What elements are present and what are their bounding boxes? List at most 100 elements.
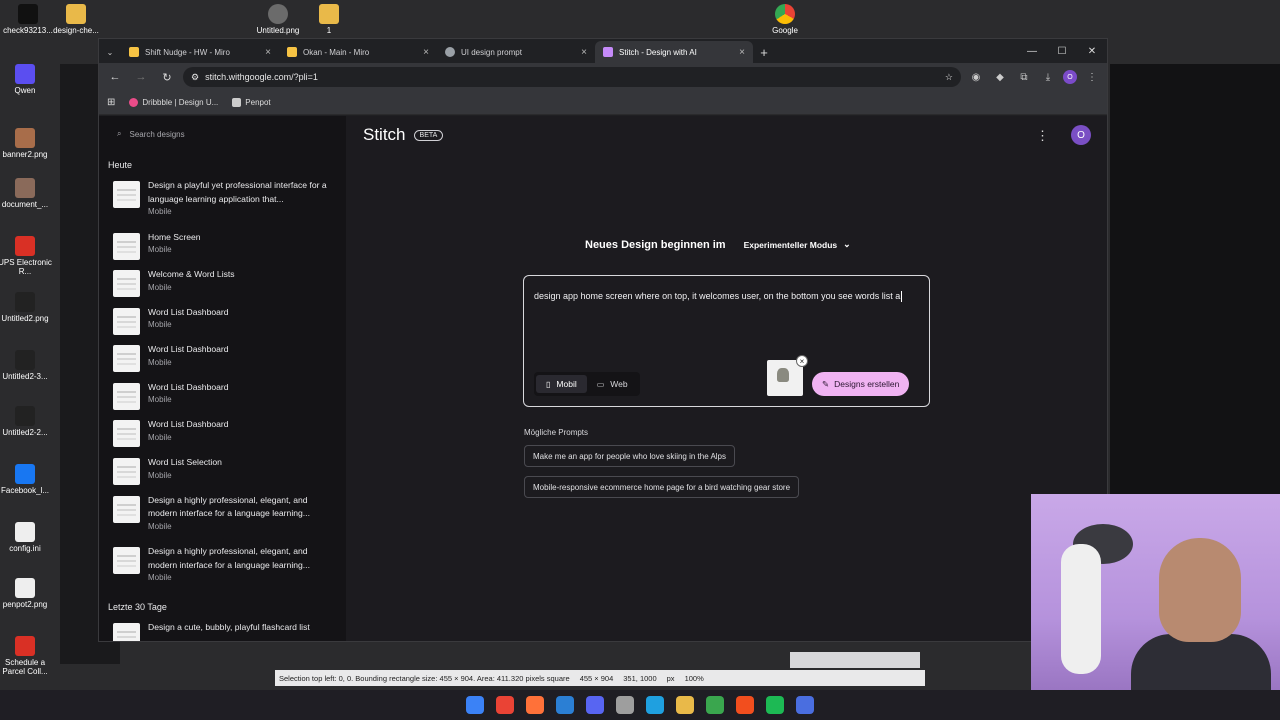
prompt-textarea[interactable]: design app home screen where on top, it … bbox=[534, 288, 924, 304]
desktop-icon-penpot[interactable]: penpot2.png bbox=[0, 578, 53, 610]
file-icon bbox=[18, 4, 38, 24]
desktop-icon-config[interactable]: config.ini bbox=[0, 522, 53, 554]
spotify-icon[interactable] bbox=[766, 696, 784, 714]
forward-icon[interactable]: → bbox=[131, 67, 151, 87]
edge-icon[interactable] bbox=[646, 696, 664, 714]
desktop-icon-untitled[interactable]: Untitled.png bbox=[250, 4, 306, 36]
start-icon[interactable] bbox=[466, 696, 484, 714]
file-icon bbox=[15, 522, 35, 542]
desktop-icon-google[interactable]: Google bbox=[757, 4, 813, 36]
magic-wand-icon: ✎ bbox=[822, 378, 830, 389]
pdf-icon bbox=[15, 236, 35, 256]
browser-profile-avatar[interactable]: O bbox=[1063, 70, 1077, 84]
chrome-icon[interactable] bbox=[496, 696, 514, 714]
history-item-title: Word List Dashboard bbox=[148, 306, 229, 317]
history-item[interactable]: Design a playful yet professional interf… bbox=[99, 176, 346, 228]
obs-icon[interactable] bbox=[616, 696, 634, 714]
extensions-puzzle-icon[interactable]: ⧉ bbox=[1015, 68, 1033, 86]
close-tab-icon[interactable]: × bbox=[265, 47, 271, 58]
desktop-icon-document[interactable]: document_... bbox=[0, 178, 53, 210]
close-window-icon[interactable]: ✕ bbox=[1077, 39, 1107, 63]
history-item[interactable]: Welcome & Word Lists Mobile bbox=[99, 265, 346, 303]
site-info-icon[interactable]: ⚙ bbox=[191, 72, 199, 83]
history-item[interactable]: Design a highly professional, elegant, a… bbox=[99, 542, 346, 594]
history-item[interactable]: Home Screen Mobile bbox=[99, 228, 346, 266]
tab-search-icon[interactable]: ⌄ bbox=[99, 41, 121, 63]
bookmarks-bar: ⊞ Dribbble | Design U... Penpot bbox=[99, 91, 1107, 115]
section-today: Heute bbox=[108, 160, 133, 170]
design-thumbnail bbox=[113, 307, 140, 335]
design-thumbnail bbox=[113, 420, 140, 448]
close-tab-icon[interactable]: × bbox=[423, 47, 429, 58]
terminal-icon[interactable] bbox=[706, 696, 724, 714]
desktop-icon-banner[interactable]: banner2.png bbox=[0, 128, 53, 160]
desktop-icon-folder[interactable]: design-che... bbox=[48, 4, 104, 36]
history-item-platform: Mobile bbox=[148, 470, 172, 480]
history-sidebar: ⌕ Search designs Heute Design a playful … bbox=[99, 116, 346, 641]
desktop-icon-folder-1[interactable]: 1 bbox=[301, 4, 357, 36]
history-item-text: Word List Dashboard Mobile bbox=[148, 381, 229, 407]
tab-ui-design-prompt[interactable]: UI design prompt × bbox=[437, 41, 595, 63]
desktop-icon-qwen[interactable]: Qwen bbox=[0, 64, 53, 96]
desktop-icon-facebook[interactable]: Facebook_l... bbox=[0, 464, 53, 496]
prompt-input[interactable]: design app home screen where on top, it … bbox=[523, 275, 930, 407]
figma-icon[interactable] bbox=[736, 696, 754, 714]
window-controls: — ☐ ✕ bbox=[1017, 39, 1107, 63]
suggestion-chip[interactable]: Mobile-responsive ecommerce home page fo… bbox=[524, 476, 800, 498]
desktop-icon-untitled2-3[interactable]: Untitled2-3... bbox=[0, 350, 53, 382]
explorer-icon[interactable] bbox=[676, 696, 694, 714]
zoom-level[interactable]: 100% bbox=[685, 674, 704, 683]
apps-grid-icon[interactable]: ⊞ bbox=[107, 97, 115, 108]
minimize-icon[interactable]: — bbox=[1017, 39, 1047, 63]
close-tab-icon[interactable]: × bbox=[739, 47, 745, 58]
desktop-icon-untitled2[interactable]: Untitled2.png bbox=[0, 292, 53, 324]
bookmark-dribbble[interactable]: Dribbble | Design U... bbox=[129, 98, 218, 107]
extension-icon[interactable]: ◆ bbox=[991, 68, 1009, 86]
create-designs-button[interactable]: ✎ Designs erstellen bbox=[812, 372, 910, 396]
device-web-button[interactable]: ▭ Web bbox=[587, 375, 638, 393]
history-item[interactable]: Design a highly professional, elegant, a… bbox=[99, 491, 346, 543]
history-item-text: Design a highly professional, elegant, a… bbox=[148, 545, 334, 584]
snipping-icon[interactable] bbox=[796, 696, 814, 714]
browser-menu-icon[interactable]: ⋮ bbox=[1083, 68, 1101, 86]
facebook-icon bbox=[15, 464, 35, 484]
history-item-platform: Mobile bbox=[148, 432, 172, 442]
maximize-icon[interactable]: ☐ bbox=[1047, 39, 1077, 63]
history-item[interactable]: Word List Dashboard Mobile bbox=[99, 340, 346, 378]
pdf-icon bbox=[15, 636, 35, 656]
desktop-icon-ups[interactable]: UPS Electronic R... bbox=[0, 236, 53, 277]
user-avatar[interactable]: O bbox=[1071, 125, 1091, 145]
more-options-icon[interactable]: ⋮ bbox=[1036, 128, 1049, 144]
history-item[interactable]: Design a cute, bubbly, playful flashcard… bbox=[99, 618, 346, 641]
tab-stitch[interactable]: Stitch - Design with AI × bbox=[595, 41, 753, 63]
bookmark-star-icon[interactable]: ☆ bbox=[945, 72, 953, 83]
close-tab-icon[interactable]: × bbox=[581, 47, 587, 58]
back-icon[interactable]: ← bbox=[105, 67, 125, 87]
download-icon[interactable]: ⤓ bbox=[1039, 68, 1057, 86]
tab-shift-nudge[interactable]: Shift Nudge - HW - Miro × bbox=[121, 41, 279, 63]
remove-attachment-icon[interactable]: × bbox=[796, 355, 808, 367]
vscode-icon[interactable] bbox=[556, 696, 574, 714]
search-designs[interactable]: ⌕ Search designs bbox=[99, 116, 346, 152]
history-item[interactable]: Word List Dashboard Mobile bbox=[99, 378, 346, 416]
history-item-text: Word List Selection Mobile bbox=[148, 456, 222, 482]
history-item[interactable]: Word List Dashboard Mobile bbox=[99, 303, 346, 341]
unit-select[interactable]: px bbox=[667, 674, 675, 683]
history-item[interactable]: Word List Selection Mobile bbox=[99, 453, 346, 491]
tab-okan-main[interactable]: Okan - Main - Miro × bbox=[279, 41, 437, 63]
firefox-icon[interactable] bbox=[526, 696, 544, 714]
extension-icon[interactable]: ◉ bbox=[967, 68, 985, 86]
bookmark-penpot[interactable]: Penpot bbox=[232, 98, 271, 107]
history-item-title: Design a highly professional, elegant, a… bbox=[148, 494, 310, 519]
new-tab-button[interactable]: + bbox=[753, 41, 775, 63]
desktop-icon-schedule[interactable]: Schedule a Parcel Coll... bbox=[0, 636, 53, 677]
mode-dropdown[interactable]: Experimenteller Modus ⌄ bbox=[738, 235, 857, 254]
discord-icon[interactable] bbox=[586, 696, 604, 714]
history-item[interactable]: Word List Dashboard Mobile bbox=[99, 415, 346, 453]
address-bar[interactable]: ⚙ stitch.withgoogle.com/?pli=1 ☆ bbox=[183, 67, 961, 87]
suggestion-chip[interactable]: Make me an app for people who love skiin… bbox=[524, 445, 736, 467]
selection-status: Selection top left: 0, 0. Bounding recta… bbox=[279, 673, 570, 683]
desktop-icon-untitled2-2[interactable]: Untitled2-2... bbox=[0, 406, 53, 438]
reload-icon[interactable]: ↻ bbox=[157, 67, 177, 87]
device-mobile-button[interactable]: ▯ Mobil bbox=[536, 375, 587, 393]
